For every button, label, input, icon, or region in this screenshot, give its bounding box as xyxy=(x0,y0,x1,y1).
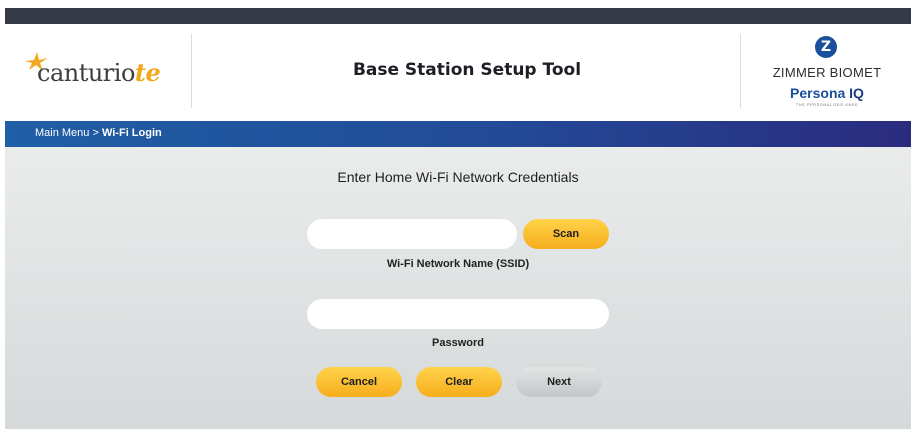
password-input[interactable] xyxy=(307,299,609,329)
scan-button[interactable]: Scan xyxy=(523,219,609,249)
main-panel: Enter Home Wi-Fi Network Credentials Sca… xyxy=(5,147,911,429)
top-bar xyxy=(5,8,911,24)
ssid-input[interactable] xyxy=(307,219,517,249)
zimmer-biomet-logo: Z ZIMMER BIOMET Persona IQ THE PERSONALI… xyxy=(743,32,911,116)
breadcrumb-separator: > xyxy=(89,127,102,139)
header-divider-right xyxy=(740,34,741,108)
canturio-wordmark: canturiote xyxy=(37,58,161,87)
persona-iq-wordmark: Persona IQ xyxy=(790,85,864,101)
page-title: Base Station Setup Tool xyxy=(352,60,582,80)
cancel-button[interactable]: Cancel xyxy=(316,367,402,397)
header: canturiote Base Station Setup Tool Z ZIM… xyxy=(5,24,911,120)
zimmer-biomet-z-icon: Z xyxy=(815,36,837,58)
clear-button[interactable]: Clear xyxy=(416,367,502,397)
nav-bar: Main Menu > Wi-Fi Login xyxy=(5,121,911,147)
zimmer-biomet-wordmark: ZIMMER BIOMET xyxy=(772,65,882,80)
breadcrumb-main-menu[interactable]: Main Menu xyxy=(35,127,89,139)
persona-tagline: THE PERSONALIZED KNEE xyxy=(795,102,859,107)
ssid-label: Wi-Fi Network Name (SSID) xyxy=(386,258,530,270)
breadcrumb-current: Wi-Fi Login xyxy=(101,127,162,139)
next-button[interactable]: Next xyxy=(516,367,602,397)
form-heading: Enter Home Wi-Fi Network Credentials xyxy=(337,169,579,185)
password-label: Password xyxy=(432,337,484,349)
header-divider-left xyxy=(191,34,192,108)
canturio-logo: canturiote xyxy=(23,52,173,92)
breadcrumb: Main Menu > Wi-Fi Login xyxy=(35,127,162,139)
